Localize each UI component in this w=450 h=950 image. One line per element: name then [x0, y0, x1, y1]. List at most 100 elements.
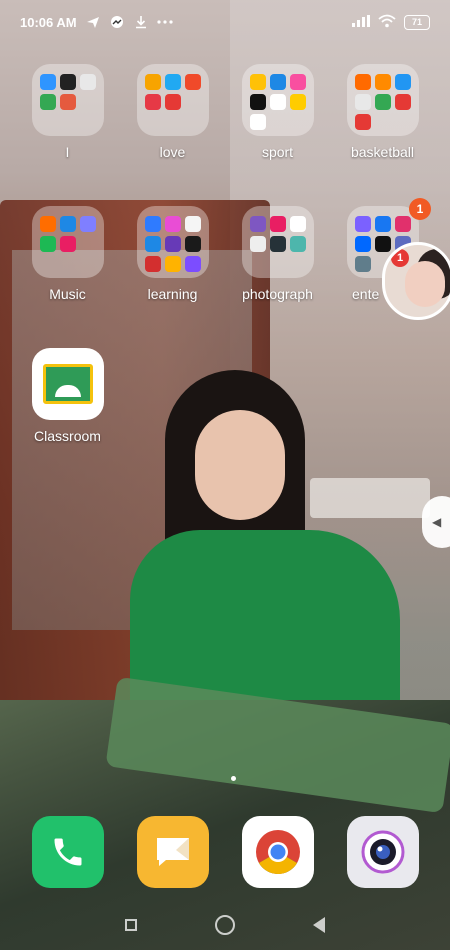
messages-app-icon[interactable] [137, 816, 209, 888]
folder-app-thumbnail-icon [354, 114, 371, 130]
folder-app-thumbnail-icon [164, 256, 181, 272]
folder-app-thumbnail-icon [374, 216, 391, 232]
folder-icon [31, 206, 104, 278]
folder-app-thumbnail-icon [354, 216, 371, 232]
folder-app-thumbnail-icon [354, 94, 371, 110]
folder-app-thumbnail-icon [144, 216, 161, 232]
chevron-left-icon: ◀ [432, 515, 442, 529]
folder-icon [346, 64, 419, 136]
phone-app-icon[interactable] [32, 816, 104, 888]
folder-app-thumbnail-icon [269, 216, 286, 232]
wallpaper-person-face [195, 410, 285, 520]
chrome-app-icon[interactable] [242, 816, 314, 888]
camera-app-icon[interactable] [347, 816, 419, 888]
messenger-chat-head[interactable]: 1 [382, 242, 450, 320]
classroom-board-icon [42, 364, 93, 404]
send-icon [85, 14, 101, 30]
messenger-icon [109, 14, 125, 30]
folder-app-thumbnail-icon [184, 256, 201, 272]
folder-learning[interactable]: learning [120, 206, 225, 302]
folder-label: sport [261, 144, 294, 160]
folder-label: Music [49, 286, 86, 302]
home-button[interactable] [215, 915, 235, 935]
folder-music[interactable]: Music [15, 206, 120, 302]
folder-app-thumbnail-icon [39, 94, 56, 110]
battery-indicator: 71 [404, 14, 430, 30]
folder-app-thumbnail-icon [289, 236, 306, 252]
folder-app-thumbnail-icon [289, 216, 306, 232]
page-indicator [231, 776, 236, 781]
folder-icon [241, 64, 314, 136]
folder-app-thumbnail-icon [39, 74, 56, 90]
status-time: 10:06 AM [20, 14, 77, 30]
folder-icon [241, 206, 314, 278]
folder-app-thumbnail-icon [184, 236, 201, 252]
edge-panel-handle[interactable]: ◀ [422, 496, 450, 548]
folder-app-thumbnail-icon [59, 216, 76, 232]
more-icon [157, 14, 173, 30]
folder-sport[interactable]: sport [225, 64, 330, 160]
folder-i[interactable]: I [15, 64, 120, 160]
navigation-bar [0, 900, 450, 950]
folder-app-thumbnail-icon [144, 236, 161, 252]
app-label: Classroom [34, 428, 101, 444]
folder-icon [136, 64, 209, 136]
folder-app-thumbnail-icon [374, 74, 391, 90]
folder-app-thumbnail-icon [184, 74, 201, 90]
folder-app-thumbnail-icon [269, 236, 286, 252]
folder-label: I [65, 144, 70, 160]
folder-app-thumbnail-icon [79, 74, 96, 90]
folder-app-thumbnail-icon [354, 236, 371, 252]
folder-photograph[interactable]: photograph [225, 206, 330, 302]
folder-app-thumbnail-icon [269, 94, 286, 110]
folder-app-thumbnail-icon [249, 74, 266, 90]
chat-head-badge: 1 [391, 249, 409, 267]
folder-basketball[interactable]: basketball [330, 64, 435, 160]
dock [0, 816, 450, 890]
folder-label: basketball [350, 144, 415, 160]
classroom-icon [31, 348, 104, 420]
wifi-icon [378, 14, 396, 31]
folder-app-thumbnail-icon [354, 256, 371, 272]
folder-icon [31, 64, 104, 136]
recents-button[interactable] [125, 919, 137, 931]
folder-app-thumbnail-icon [249, 114, 266, 130]
chat-head-avatar [405, 261, 445, 307]
folder-app-thumbnail-icon [164, 216, 181, 232]
folder-label: love [159, 144, 186, 160]
folder-label: learning [147, 286, 198, 302]
folder-app-thumbnail-icon [164, 236, 181, 252]
folder-label: photograph [242, 286, 313, 302]
folder-app-thumbnail-icon [59, 94, 76, 110]
folder-app-thumbnail-icon [289, 94, 306, 110]
folder-app-thumbnail-icon [144, 94, 161, 110]
folder-app-thumbnail-icon [249, 236, 266, 252]
wallpaper-outlets [310, 478, 430, 518]
notification-badge: 1 [409, 198, 431, 220]
folder-app-thumbnail-icon [374, 236, 391, 252]
folder-app-thumbnail-icon [144, 256, 161, 272]
back-button[interactable] [313, 917, 325, 933]
folder-app-thumbnail-icon [164, 94, 181, 110]
status-bar: 10:06 AM 71 [0, 0, 450, 44]
folder-app-thumbnail-icon [394, 74, 411, 90]
folder-icon [136, 206, 209, 278]
folder-app-thumbnail-icon [184, 216, 201, 232]
folder-app-thumbnail-icon [79, 216, 96, 232]
folder-app-thumbnail-icon [249, 94, 266, 110]
folder-love[interactable]: love [120, 64, 225, 160]
folder-app-thumbnail-icon [394, 94, 411, 110]
folder-app-thumbnail-icon [59, 74, 76, 90]
folder-app-thumbnail-icon [59, 236, 76, 252]
folder-app-thumbnail-icon [354, 74, 371, 90]
folder-app-thumbnail-icon [39, 216, 56, 232]
folder-app-thumbnail-icon [144, 74, 161, 90]
folder-app-thumbnail-icon [164, 74, 181, 90]
folder-app-thumbnail-icon [39, 236, 56, 252]
folder-app-thumbnail-icon [249, 216, 266, 232]
download-icon [133, 14, 149, 30]
signal-icon [352, 14, 370, 30]
app-classroom[interactable]: Classroom [15, 348, 120, 444]
folder-app-thumbnail-icon [374, 94, 391, 110]
folder-app-thumbnail-icon [289, 74, 306, 90]
